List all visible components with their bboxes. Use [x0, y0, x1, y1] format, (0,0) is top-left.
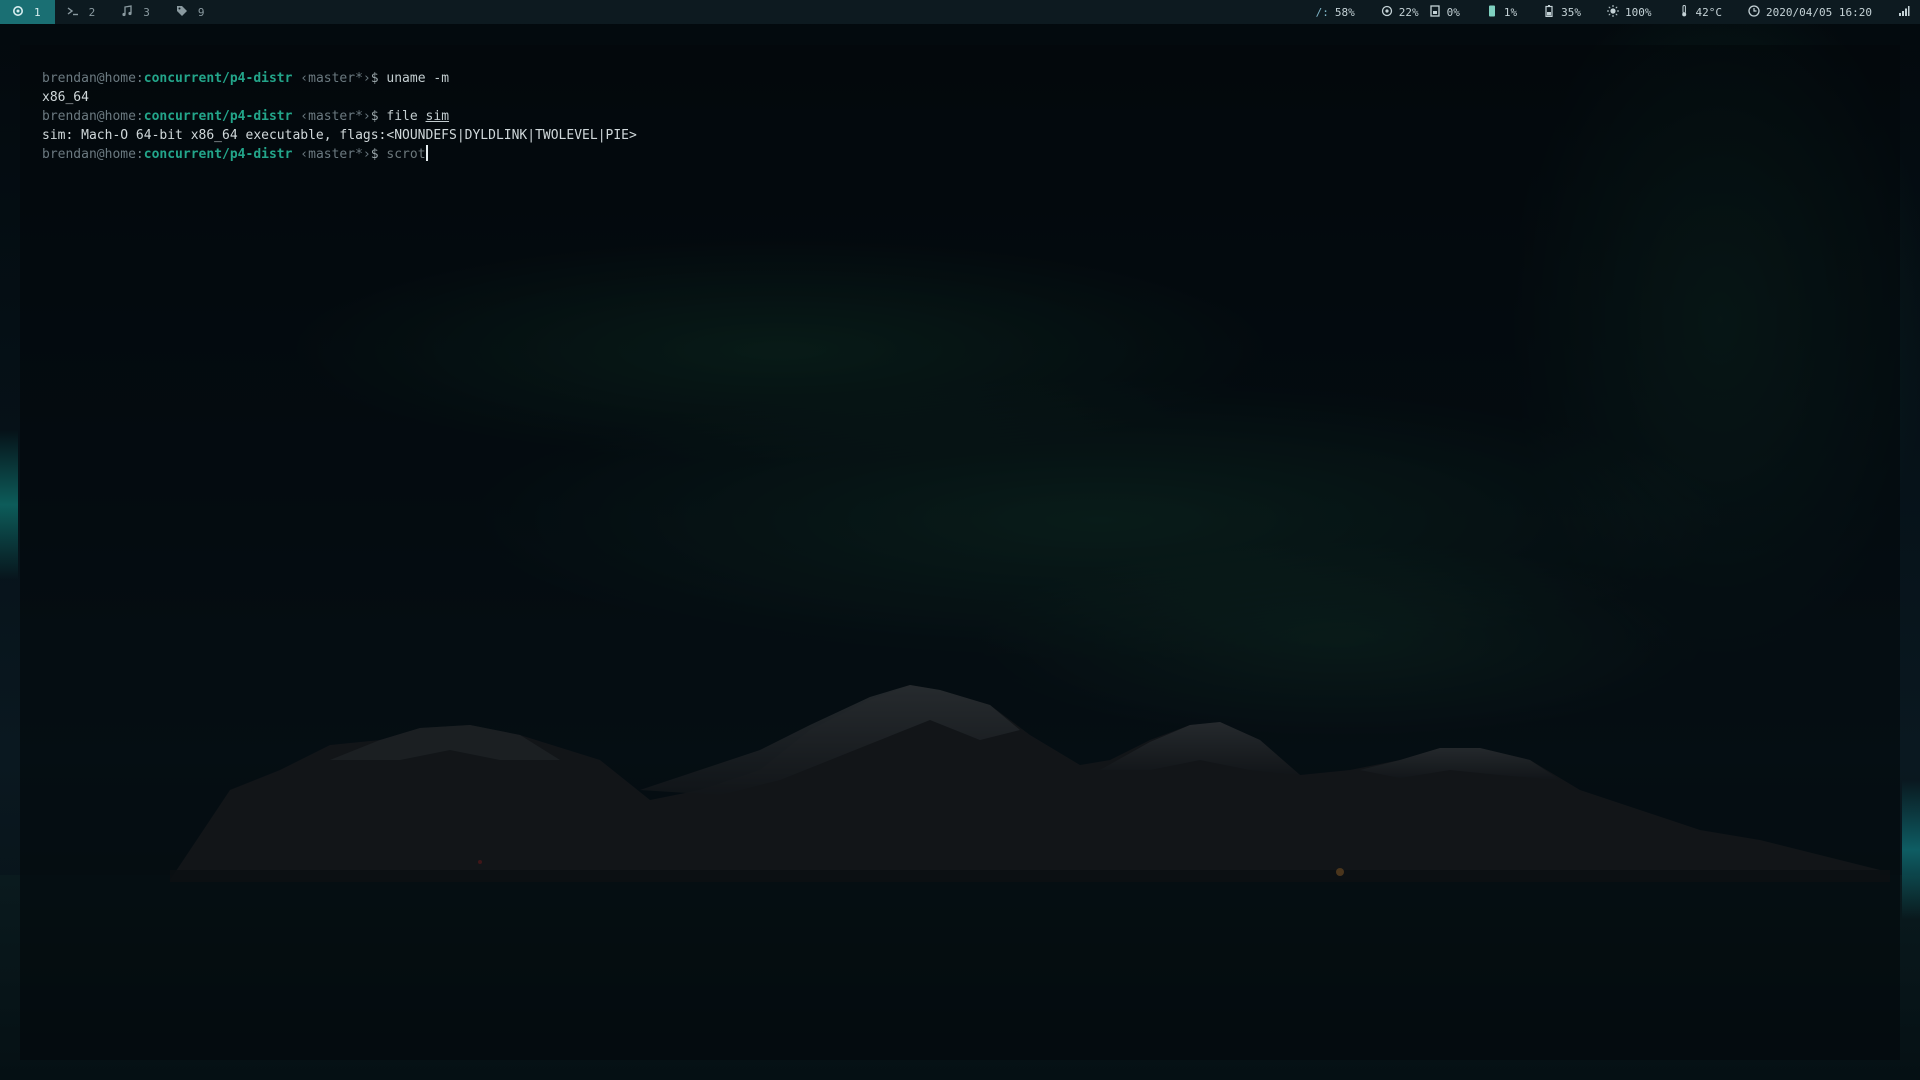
workspace-9[interactable]: 9	[164, 0, 219, 24]
memory-value: 0%	[1446, 5, 1460, 19]
prompt-branch: ‹master*›	[300, 71, 371, 86]
gpu-icon	[1486, 5, 1498, 20]
workspace-3[interactable]: 3	[109, 0, 164, 24]
cpu-usage: 22%	[1381, 5, 1419, 20]
workspace-2[interactable]: 2	[55, 0, 110, 24]
command-output: sim: Mach-O 64-bit x86_64 executable, fl…	[42, 128, 637, 143]
text-cursor	[425, 145, 428, 161]
workspace-number: 3	[143, 5, 150, 19]
cpu-value: 22%	[1398, 5, 1419, 19]
brightness-status: 100%	[1607, 4, 1652, 20]
prompt-user: brendan@home:	[42, 71, 144, 86]
memory-icon	[1429, 4, 1441, 20]
workspace-number: 1	[34, 5, 41, 19]
desktop: 1 2 3 9 /: 58% 22% 0% 1% 35% 100% 42°C 2…	[0, 0, 1920, 1080]
disk-usage: /: 58%	[1316, 6, 1355, 19]
disk-label: /:	[1315, 5, 1329, 19]
signal-icon	[1898, 5, 1910, 20]
terminal-window[interactable]: brendan@home:concurrent/p4-distr ‹master…	[20, 45, 1900, 1060]
gear-icon	[12, 5, 24, 20]
command-text: uname -m	[386, 71, 450, 86]
command-output: x86_64	[42, 90, 89, 105]
brightness-value: 100%	[1625, 5, 1652, 19]
workspace-number: 2	[88, 5, 96, 19]
terminal-line: brendan@home:concurrent/p4-distr ‹master…	[42, 107, 1878, 126]
prompt-path: concurrent/p4-distr	[143, 71, 293, 86]
prompt-user: brendan@home:	[42, 147, 144, 162]
temperature-value: 42°C	[1695, 5, 1723, 19]
prompt-branch: ‹master*›	[300, 147, 371, 162]
command-text: file	[386, 109, 426, 124]
tag-icon	[176, 5, 188, 20]
music-note-icon	[121, 4, 133, 20]
memory-usage: 0%	[1429, 4, 1460, 20]
terminal-icon	[67, 5, 79, 20]
top-status-bar: 1 2 3 9 /: 58% 22% 0% 1% 35% 100% 42°C 2…	[0, 0, 1920, 24]
system-status: /: 58% 22% 0% 1% 35% 100% 42°C 2020/04/0…	[1316, 0, 1920, 24]
prompt-path: concurrent/p4-distr	[143, 147, 293, 162]
gpu-value: 1%	[1503, 5, 1518, 19]
thermometer-icon	[1678, 4, 1690, 20]
right-edge-glow	[1902, 780, 1920, 920]
prompt-path: concurrent/p4-distr	[143, 109, 293, 124]
battery-icon	[1543, 4, 1555, 20]
command-argument: sim	[425, 109, 450, 124]
cpu-icon	[1381, 5, 1393, 20]
terminal-line: brendan@home:concurrent/p4-distr ‹master…	[42, 69, 1878, 88]
battery-status: 35%	[1543, 4, 1582, 20]
workspace-number: 9	[197, 5, 205, 19]
prompt-dollar: $	[370, 109, 379, 124]
temperature-status: 42°C	[1678, 4, 1723, 20]
workspace-1[interactable]: 1	[0, 0, 55, 24]
prompt-branch: ‹master*›	[300, 109, 371, 124]
disk-value: 58%	[1334, 5, 1355, 19]
clock-icon	[1748, 4, 1760, 20]
clock: 2020/04/05 16:20	[1748, 4, 1872, 20]
datetime-value: 2020/04/05 16:20	[1766, 5, 1872, 19]
terminal-line: brendan@home:concurrent/p4-distr ‹master…	[42, 145, 1878, 164]
network-status	[1898, 5, 1910, 20]
prompt-dollar: $	[370, 147, 379, 162]
prompt-dollar: $	[370, 71, 379, 86]
gpu-usage: 1%	[1486, 5, 1517, 20]
battery-value: 35%	[1561, 5, 1582, 19]
command-input[interactable]: scrot	[386, 147, 425, 162]
left-edge-glow	[0, 430, 18, 580]
sun-icon	[1607, 4, 1620, 20]
prompt-user: brendan@home:	[42, 109, 144, 124]
